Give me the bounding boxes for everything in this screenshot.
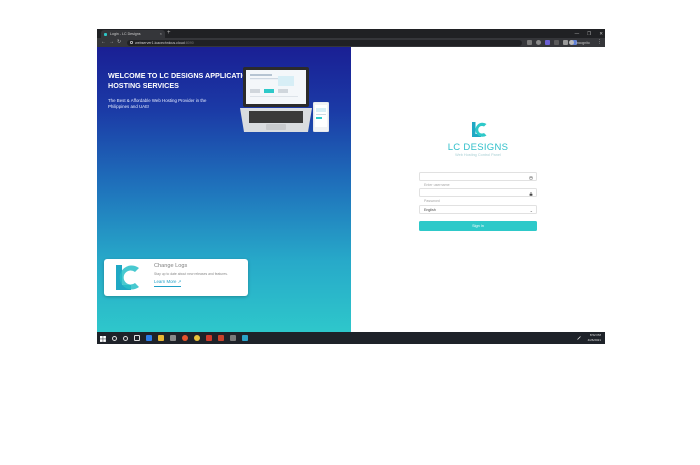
browser-tab-strip: Login - LC Designs × + — ❐ ✕: [97, 29, 605, 38]
extension-icon[interactable]: [554, 40, 559, 45]
password-field: [419, 188, 537, 205]
learn-more-label: Learn More: [154, 279, 177, 284]
firefox-icon[interactable]: [182, 335, 188, 341]
app-icon[interactable]: [230, 335, 236, 341]
extension-icon[interactable]: [545, 40, 550, 45]
tab-favicon-icon: [104, 32, 107, 36]
secure-lock-icon: [130, 41, 133, 44]
taskbar-apps: [112, 332, 248, 344]
app-icon[interactable]: [218, 335, 224, 341]
taskbar: 8:52 PM 4/26/2021: [97, 332, 605, 344]
file-explorer-icon[interactable]: [158, 335, 164, 341]
puzzle-icon[interactable]: [563, 40, 568, 45]
lock-icon: [529, 191, 533, 196]
user-icon: [529, 175, 533, 180]
tab-close-icon[interactable]: ×: [160, 30, 162, 38]
language-select[interactable]: English ⌄: [419, 205, 537, 214]
cortana-icon[interactable]: [123, 335, 128, 341]
changelog-title: Change Logs: [154, 263, 188, 269]
browser-toolbar: ← → ↻ webserver1.lcacechnlcus.cloud:8090…: [97, 38, 605, 47]
profile-name: Incognito: [576, 40, 590, 45]
language-value: English: [424, 208, 436, 212]
back-icon[interactable]: ←: [101, 38, 106, 47]
login-panel: LC DESIGNS Web Hosting Control Panel Eng…: [351, 47, 605, 332]
browser-menu-icon[interactable]: ⋮: [597, 38, 602, 47]
brand-name: LC DESIGNS: [447, 142, 509, 153]
lc-logo-icon: [116, 265, 139, 290]
username-field: [419, 172, 537, 189]
changelog-card: Change Logs Stay up to date about new re…: [104, 259, 248, 296]
key-icon[interactable]: [527, 40, 532, 45]
laptop-illustration: [240, 67, 312, 132]
hero-panel: WELCOME TO LC DESIGNS APPLICATION HOSTIN…: [97, 47, 351, 332]
address-port: :8090: [184, 40, 194, 45]
edge-icon[interactable]: [146, 335, 152, 341]
clock-date: 4/26/2021: [587, 337, 601, 342]
external-link-icon: ↗: [177, 279, 182, 284]
star-icon[interactable]: [536, 40, 541, 45]
brand-tagline: Web Hosting Control Panel: [455, 153, 501, 157]
changelog-description: Stay up to date about new releases and f…: [154, 272, 228, 276]
hero-subtitle: The Best & Affordable Web Hosting Provid…: [108, 98, 207, 109]
mail-icon[interactable]: [170, 335, 176, 341]
profile-button[interactable]: Incognito: [569, 40, 590, 46]
browser-tab[interactable]: Login - LC Designs ×: [101, 30, 165, 38]
forward-icon[interactable]: →: [109, 38, 114, 47]
brand-logo-icon: [472, 122, 487, 137]
incognito-icon: [569, 40, 574, 46]
pen-icon[interactable]: [577, 336, 581, 340]
close-window-button[interactable]: ✕: [599, 29, 603, 38]
sign-in-button[interactable]: Sign In: [419, 221, 537, 231]
address-bar[interactable]: webserver1.lcacechnlcus.cloud:8090: [127, 39, 522, 46]
app-icon[interactable]: [242, 335, 248, 341]
chevron-down-icon: ⌄: [529, 208, 533, 213]
windows-start-icon[interactable]: [100, 335, 106, 342]
system-clock[interactable]: 8:52 PM 4/26/2021: [588, 333, 601, 343]
maximize-button[interactable]: ❐: [587, 29, 591, 38]
search-icon[interactable]: [112, 335, 117, 341]
phone-illustration: [313, 102, 329, 132]
hero-title: WELCOME TO LC DESIGNS APPLICATION HOSTIN…: [108, 71, 254, 90]
chrome-icon[interactable]: [194, 335, 200, 341]
desktop-screen: Login - LC Designs × + — ❐ ✕ ← → ↻ webse…: [97, 29, 605, 344]
address-host: webserver1.lcacechnlcus.cloud: [135, 40, 185, 45]
minimize-button[interactable]: —: [575, 29, 580, 38]
tab-title: Login - LC Designs: [110, 32, 141, 36]
window-controls: — ❐ ✕: [575, 29, 603, 38]
new-tab-button[interactable]: +: [167, 29, 171, 38]
learn-more-link[interactable]: Learn More ↗: [154, 279, 182, 287]
reload-icon[interactable]: ↻: [117, 38, 121, 47]
task-view-icon[interactable]: [134, 335, 140, 341]
app-icon[interactable]: [206, 335, 212, 341]
password-input[interactable]: [420, 197, 536, 205]
